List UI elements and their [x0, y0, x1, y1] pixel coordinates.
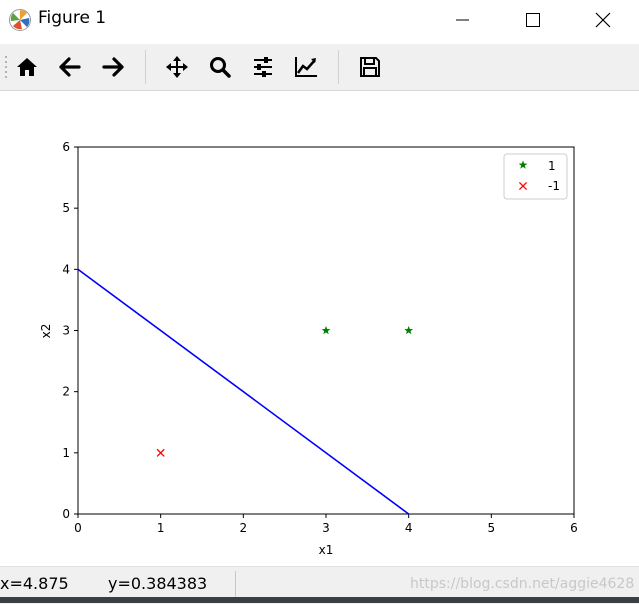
maximize-icon — [526, 13, 540, 27]
minimize-icon — [456, 19, 469, 21]
configure-subplots-icon — [254, 57, 272, 77]
title-bar: Figure 1 — [0, 0, 639, 40]
back-button[interactable] — [54, 51, 86, 83]
cursor-y-readout: y=0.384383 — [108, 574, 208, 593]
forward-arrow-icon — [102, 57, 124, 77]
cursor-x-readout: x=4.875 — [0, 574, 69, 593]
y-tick-label: 1 — [62, 446, 70, 460]
save-button[interactable] — [354, 51, 386, 83]
legend-label-1: 1 — [548, 159, 556, 173]
zoom-magnifier-icon — [210, 57, 231, 78]
toolbar-grip-icon[interactable] — [4, 54, 8, 80]
y-tick-label: 4 — [62, 262, 70, 276]
toolbar-separator — [145, 50, 146, 84]
x-tick-label: 1 — [157, 521, 165, 535]
x-tick-label: 2 — [240, 521, 248, 535]
home-icon — [17, 58, 37, 76]
close-icon — [595, 12, 611, 28]
navigation-toolbar — [0, 44, 639, 91]
forward-button[interactable] — [97, 51, 129, 83]
x-axis-label: x1 — [319, 543, 334, 557]
y-tick-label: 3 — [62, 324, 70, 338]
x-tick-label: 6 — [570, 521, 578, 535]
bottom-strip — [0, 597, 639, 603]
pan-button[interactable] — [161, 51, 193, 83]
matplotlib-logo-icon — [9, 9, 31, 31]
x-axis-ticks: 0 1 2 3 4 5 6 — [74, 514, 578, 535]
minimize-button[interactable] — [440, 0, 486, 40]
x-tick-label: 4 — [405, 521, 413, 535]
y-axis-label: x2 — [39, 324, 53, 339]
watermark-text: https://blog.csdn.net/aggie4628 — [410, 576, 635, 592]
back-arrow-icon — [59, 57, 81, 77]
window-title: Figure 1 — [38, 8, 107, 28]
zoom-button[interactable] — [204, 51, 236, 83]
y-tick-label: 0 — [62, 507, 70, 521]
home-button[interactable] — [11, 51, 43, 83]
configure-subplots-button[interactable] — [247, 51, 279, 83]
close-button[interactable] — [580, 0, 626, 40]
y-tick-label: 5 — [62, 201, 70, 215]
scatter-chart[interactable]: 0 1 2 3 4 5 6 0 1 2 3 4 5 6 x1 x2 1 -1 — [0, 91, 639, 566]
y-tick-label: 2 — [62, 385, 70, 399]
edit-axis-icon — [295, 57, 317, 77]
edit-axis-button[interactable] — [290, 51, 322, 83]
save-floppy-icon — [360, 57, 380, 77]
maximize-button[interactable] — [510, 0, 556, 40]
toolbar-separator — [338, 50, 339, 84]
y-tick-label: 6 — [62, 140, 70, 154]
legend: 1 -1 — [503, 153, 568, 200]
pan-move-icon — [166, 56, 188, 78]
figure-canvas[interactable]: 0 1 2 3 4 5 6 0 1 2 3 4 5 6 x1 x2 1 -1 — [0, 91, 639, 566]
y-axis-ticks: 0 1 2 3 4 5 6 — [62, 140, 78, 521]
x-tick-label: 0 — [74, 521, 82, 535]
x-tick-label: 5 — [488, 521, 496, 535]
x-tick-label: 3 — [322, 521, 330, 535]
status-separator — [235, 571, 236, 597]
legend-label-minus-1: -1 — [548, 179, 560, 193]
